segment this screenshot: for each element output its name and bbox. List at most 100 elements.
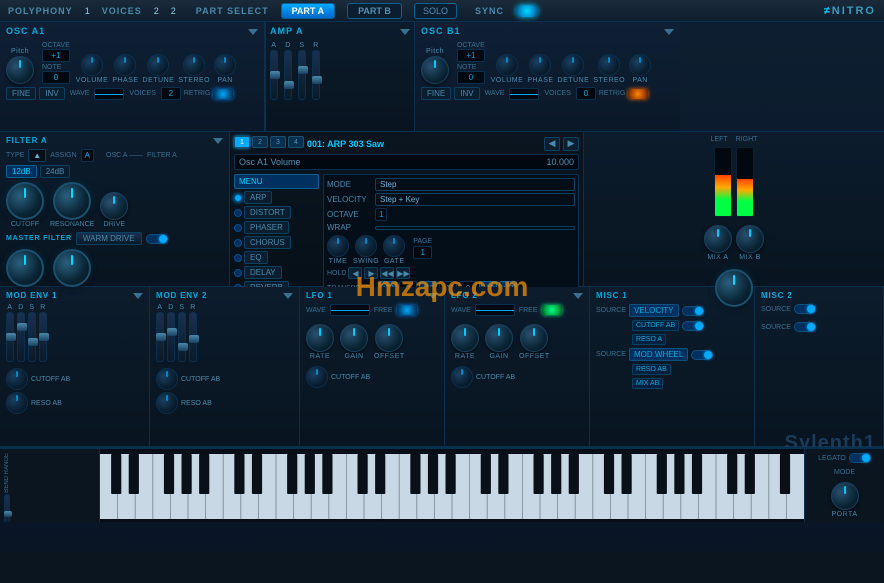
stereo-knob-a1[interactable] <box>183 54 205 76</box>
amp-expand[interactable] <box>400 29 410 35</box>
volume-knob-b1[interactable] <box>496 54 518 76</box>
hold-remove-btn[interactable]: ▶▶ <box>396 267 410 279</box>
piano-keys[interactable] <box>100 449 804 522</box>
phaser-btn[interactable]: PHASER <box>244 221 289 234</box>
hold-add-btn[interactable]: ◀◀ <box>380 267 394 279</box>
retrig-led-b1[interactable] <box>628 89 648 99</box>
solo-button[interactable]: SOLO <box>414 3 457 19</box>
cutoff2-knob[interactable] <box>6 249 44 287</box>
wave-display-a1[interactable] <box>94 88 124 100</box>
menu-btn[interactable]: MENU <box>234 174 319 189</box>
resonance2-knob[interactable] <box>53 249 91 287</box>
amp-attack-fader[interactable] <box>270 50 278 100</box>
lfo1-expand[interactable] <box>428 293 438 299</box>
me2-decay-fader[interactable] <box>167 312 175 362</box>
lfo1-wave-display[interactable] <box>330 304 370 316</box>
distort-indicator[interactable] <box>234 209 242 217</box>
retrig-led-a1[interactable] <box>213 89 233 99</box>
hold-prev-btn[interactable]: ◀ <box>348 267 362 279</box>
distort-btn[interactable]: DISTORT <box>244 206 291 219</box>
lfo2-free-led[interactable] <box>542 305 562 315</box>
porta-knob[interactable] <box>831 482 859 510</box>
velocity-dropdown[interactable]: Step + Key <box>375 193 575 206</box>
chorus-indicator[interactable] <box>234 239 242 247</box>
gate-knob[interactable] <box>383 235 405 257</box>
master-knob[interactable] <box>715 269 753 307</box>
resonance-knob[interactable] <box>53 182 91 220</box>
seq-next-btn[interactable]: ▶ <box>563 137 579 151</box>
note-value-b1[interactable]: 0 <box>457 71 485 84</box>
assign-value[interactable]: A <box>81 149 94 162</box>
lfo1-cutoff-knob[interactable] <box>306 366 328 388</box>
osc-b1-expand[interactable] <box>664 29 674 35</box>
misc1-cutoff-ab-btn[interactable]: CUTOFF AB <box>632 320 679 331</box>
step-btn-2[interactable]: 2 <box>252 136 268 148</box>
arp-indicator[interactable] <box>234 194 242 202</box>
lfo2-gain-knob[interactable] <box>485 324 513 352</box>
me1-sustain-fader[interactable] <box>28 312 36 362</box>
phase-knob-b1[interactable] <box>529 54 551 76</box>
mix-b-knob[interactable] <box>736 225 764 253</box>
me2-sustain-fader[interactable] <box>178 312 186 362</box>
volume-knob-a1[interactable] <box>81 54 103 76</box>
note-value[interactable]: 0 <box>42 71 70 84</box>
misc2-toggle2[interactable] <box>794 322 816 332</box>
legato-toggle[interactable] <box>849 453 871 463</box>
lfo1-gain-knob[interactable] <box>340 324 368 352</box>
misc1-mix-ab-btn[interactable]: MIX AB <box>632 378 663 389</box>
lfo2-wave-display[interactable] <box>475 304 515 316</box>
mode-dropdown[interactable]: Step <box>375 178 575 191</box>
step-btn-4[interactable]: 4 <box>288 136 304 148</box>
stereo-knob-b1[interactable] <box>598 54 620 76</box>
amp-decay-fader[interactable] <box>284 50 292 100</box>
amp-release-fader[interactable] <box>312 50 320 100</box>
misc1-reso-ab-btn[interactable]: RESO AB <box>632 364 671 375</box>
osc-a1-expand[interactable] <box>248 29 258 35</box>
octave-value[interactable]: +1 <box>42 49 70 62</box>
detune-knob-a1[interactable] <box>147 54 169 76</box>
delay-btn[interactable]: DELAY <box>244 266 282 279</box>
me1-cutoff-knob[interactable] <box>6 368 28 390</box>
cutoff-knob[interactable] <box>6 182 44 220</box>
mod-env1-expand[interactable] <box>133 293 143 299</box>
me1-release-fader[interactable] <box>39 312 47 362</box>
me1-reso-knob[interactable] <box>6 392 28 414</box>
me1-decay-fader[interactable] <box>17 312 25 362</box>
inv-btn-a1[interactable]: INV <box>39 87 64 100</box>
part-b-button[interactable]: PART B <box>347 3 402 19</box>
voices-value-b1[interactable]: 0 <box>576 87 596 100</box>
misc2-toggle1[interactable] <box>794 304 816 314</box>
phaser-indicator[interactable] <box>234 224 242 232</box>
lfo2-cutoff-knob[interactable] <box>451 366 473 388</box>
misc1-vel-toggle[interactable] <box>682 306 704 316</box>
wrap-dropdown[interactable] <box>375 226 575 230</box>
pitch-bend-fader[interactable] <box>4 494 10 522</box>
step-btn-1[interactable]: 1 <box>234 136 250 148</box>
me2-reso-knob[interactable] <box>156 392 178 414</box>
mix-a-knob[interactable] <box>704 225 732 253</box>
lfo1-free-led[interactable] <box>397 305 417 315</box>
octave-seq-value[interactable]: 1 <box>375 208 387 221</box>
slope-12db[interactable]: 12dB <box>6 165 37 178</box>
lfo1-rate-knob[interactable] <box>306 324 334 352</box>
fine-btn-b1[interactable]: FINE <box>421 87 451 100</box>
lfo2-expand[interactable] <box>573 293 583 299</box>
misc1-modwheel-btn[interactable]: MOD WHEEL <box>629 348 688 361</box>
misc1-cutoff-toggle[interactable] <box>682 321 704 331</box>
step-btn-3[interactable]: 3 <box>270 136 286 148</box>
me1-attack-fader[interactable] <box>6 312 14 362</box>
lfo2-rate-knob[interactable] <box>451 324 479 352</box>
arp-btn[interactable]: ARP <box>244 191 272 204</box>
me2-release-fader[interactable] <box>189 312 197 362</box>
time-knob[interactable] <box>327 235 349 257</box>
eq-indicator[interactable] <box>234 254 242 262</box>
pan-knob-b1[interactable] <box>629 54 651 76</box>
drive-knob[interactable] <box>100 192 128 220</box>
type-dropdown[interactable]: ▲ <box>28 149 46 162</box>
warm-drive-btn[interactable]: WARM DRIVE <box>76 232 142 245</box>
page-value[interactable]: 1 <box>413 246 432 259</box>
voices-value-a1[interactable]: 2 <box>161 87 181 100</box>
fine-btn-a1[interactable]: FINE <box>6 87 36 100</box>
mod-env2-expand[interactable] <box>283 293 293 299</box>
phase-knob-a1[interactable] <box>114 54 136 76</box>
